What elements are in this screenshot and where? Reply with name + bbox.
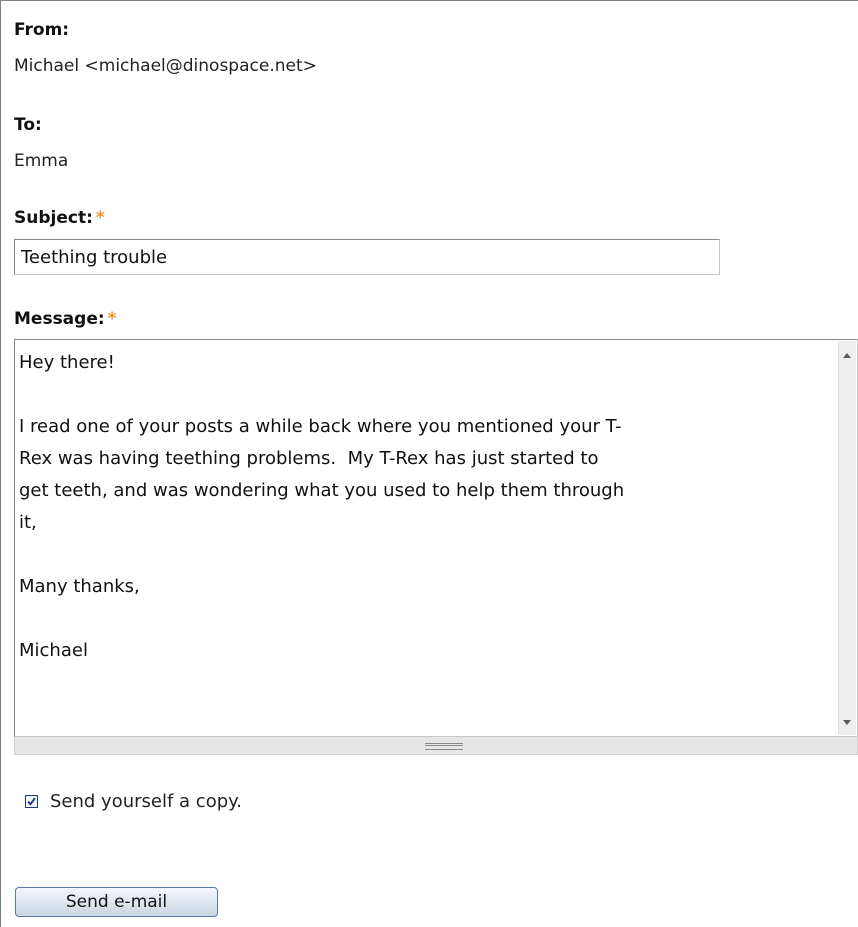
- send-copy-label[interactable]: Send yourself a copy.: [50, 791, 242, 812]
- subject-label: Subject: *: [14, 208, 105, 228]
- message-label: Message: *: [14, 309, 117, 329]
- subject-input[interactable]: [14, 239, 720, 275]
- message-required-marker: *: [107, 309, 117, 329]
- from-label: From:: [14, 20, 70, 40]
- to-value: Emma: [14, 151, 69, 171]
- message-scrollbar[interactable]: [838, 341, 856, 735]
- to-label: To:: [14, 115, 42, 135]
- from-value: Michael <michael@dinospace.net>: [14, 56, 317, 76]
- contact-form: From: Michael <michael@dinospace.net> To…: [0, 0, 858, 927]
- send-copy-checkbox[interactable]: [25, 794, 38, 808]
- subject-required-marker: *: [95, 208, 105, 228]
- scroll-up-arrow-icon[interactable]: [843, 353, 851, 358]
- message-textarea[interactable]: Hey there! I read one of your posts a wh…: [15, 340, 837, 736]
- message-field-wrapper: Hey there! I read one of your posts a wh…: [14, 339, 858, 757]
- scroll-down-arrow-icon[interactable]: [843, 720, 851, 725]
- send-copy-option: Send yourself a copy.: [25, 789, 242, 813]
- textarea-resize-handle[interactable]: [14, 737, 858, 755]
- message-label-text: Message:: [14, 309, 105, 329]
- send-email-button[interactable]: Send e-mail: [15, 887, 218, 917]
- resize-grip-icon: [425, 743, 463, 750]
- subject-label-text: Subject:: [14, 208, 93, 228]
- message-box: Hey there! I read one of your posts a wh…: [14, 339, 858, 737]
- checkmark-icon: [27, 797, 36, 806]
